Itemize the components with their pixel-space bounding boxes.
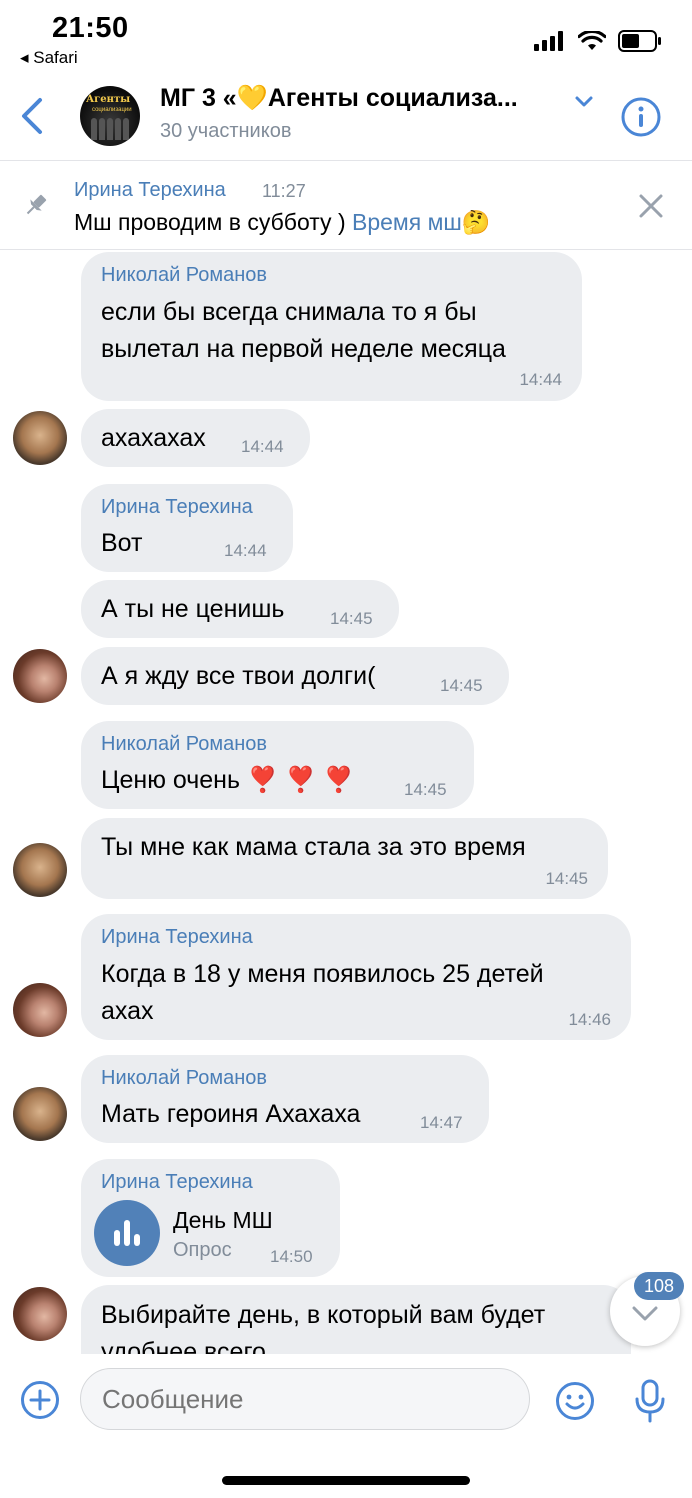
poll-label: Опрос [173,1239,232,1261]
message-text: ахахахах [101,424,206,452]
poll-icon[interactable] [94,1200,160,1266]
message-bubble[interactable]: ахахахах 14:44 [81,409,310,467]
poll-bars-icon [114,1220,140,1246]
status-time: 21:50 [52,12,129,44]
message-bubble[interactable]: Николай Романов Мать героиня Ахахаха 14:… [81,1055,489,1143]
unread-count-badge: 108 [634,1272,684,1300]
message-time: 14:50 [270,1247,313,1266]
add-icon[interactable] [20,1380,60,1420]
cellular-signal-icon [534,31,563,51]
message-author[interactable]: Николай Романов [101,264,267,287]
avatar[interactable] [13,983,67,1037]
chat-avatar[interactable]: Агенты социализации [80,86,140,146]
pin-icon [26,194,47,215]
microphone-icon[interactable] [630,1378,670,1424]
message-time: 14:45 [545,869,588,888]
message-text-line: вылетал на первой неделе месяца [101,335,506,363]
pinned-message[interactable]: Ирина Терехина 11:27 Мш проводим в суббо… [0,161,692,250]
avatar[interactable] [13,649,67,703]
message-bubble[interactable]: Николай Романов если бы всегда снимала т… [81,252,582,401]
message-time: 14:45 [404,780,447,799]
info-icon[interactable] [620,96,662,138]
message-input[interactable] [80,1368,530,1430]
status-icons [534,28,662,54]
battery-icon [618,30,661,52]
poll-title[interactable]: День МШ [173,1207,273,1234]
message-text-line: если бы всегда снимала то я бы [101,298,477,326]
message-bubble[interactable]: А я жду все твои долги( 14:45 [81,647,509,705]
back-button[interactable] [14,94,54,138]
message-bubble[interactable]: Ирина Терехина Когда в 18 у меня появило… [81,914,631,1040]
avatar-figures [86,118,134,140]
chat-members-count: 30 участников [160,120,292,142]
message-text: А я жду все твои долги( [101,662,376,690]
message-time: 14:44 [241,437,284,456]
message-text-line: Когда в 18 у меня появилось 25 детей [101,960,544,988]
wifi-icon [578,31,606,50]
chevron-down-icon[interactable] [572,92,596,112]
pinned-time: 11:27 [262,181,306,201]
message-author[interactable]: Ирина Терехина [101,1171,253,1194]
message-author[interactable]: Николай Романов [101,1067,267,1090]
message-time: 14:46 [568,1010,611,1029]
message-time: 14:44 [224,541,267,560]
message-time: 14:47 [420,1113,463,1132]
pinned-author: Ирина Терехина [74,179,226,201]
chat-title[interactable]: МГ 3 «💛Агенты социализа... [160,84,560,113]
message-time: 14:44 [519,370,562,389]
back-chevron-icon [22,98,42,134]
emoji-icon[interactable] [554,1380,596,1422]
avatar-logo-subtext: социализации [92,107,132,113]
message-time: 14:45 [440,676,483,695]
pinned-text-body: Мш проводим в субботу ) [74,209,352,235]
message-bubble[interactable]: Ты мне как мама стала за это время 14:45 [81,818,608,899]
message-text: Вот [101,529,143,557]
avatar[interactable] [13,1287,67,1341]
message-bubble[interactable]: Ирина Терехина Вот 14:44 [81,484,293,572]
message-text: Мать героиня Ахахаха [101,1100,361,1128]
avatar[interactable] [13,1087,67,1141]
avatar[interactable] [13,411,67,465]
back-to-safari[interactable]: ◂ Safari [20,48,78,68]
message-text: Ты мне как мама стала за это время [101,833,526,861]
message-author[interactable]: Николай Романов [101,733,267,756]
message-author[interactable]: Ирина Терехина [101,926,253,949]
message-text-line: Выбирайте день, в который вам будет [101,1301,546,1329]
avatar-logo-text: Агенты [86,94,131,105]
message-author[interactable]: Ирина Терехина [101,496,253,519]
message-text: А ты не ценишь [101,595,285,623]
message-text-line: ахах [101,997,154,1025]
poll-message-bubble[interactable]: Ирина Терехина День МШ Опрос 14:50 [81,1159,340,1277]
avatar[interactable] [13,843,67,897]
chat-header: Агенты социализации МГ 3 «💛Агенты социал… [0,70,692,161]
home-indicator [222,1476,470,1485]
close-icon[interactable] [636,191,666,221]
pinned-text: Мш проводим в субботу ) Время мш🤔 [74,209,490,236]
message-bubble[interactable]: Николай Романов Ценю очень ❣️ ❣️ ❣️ 14:4… [81,721,474,809]
message-bubble[interactable]: А ты не ценишь 14:45 [81,580,399,638]
pinned-link[interactable]: Время мш🤔 [352,209,490,235]
message-text: Ценю очень ❣️ ❣️ ❣️ [101,766,355,794]
message-composer [0,1354,692,1498]
message-time: 14:45 [330,609,373,628]
